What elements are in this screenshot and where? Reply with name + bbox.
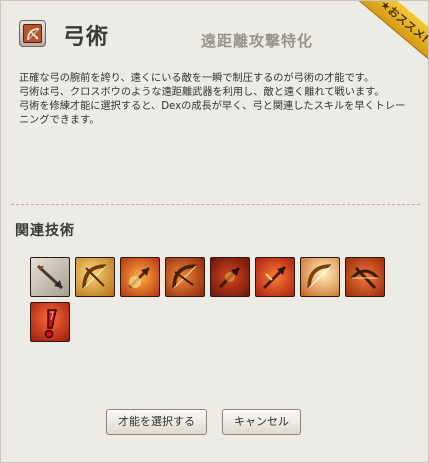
header: 弓術 遠距離攻撃特化 ★おススメ!: [1, 1, 428, 71]
class-name: 弓術: [63, 25, 110, 50]
piercing-arrow-icon[interactable]: [255, 257, 295, 297]
fire-arrow-icon[interactable]: [120, 257, 160, 297]
talent-info-panel: 弓術 遠距離攻撃特化 ★おススメ! 正確な弓の腕前を誇り、遠くにいる敵を一瞬で制…: [0, 0, 429, 463]
bright-bow-icon[interactable]: [300, 257, 340, 297]
class-subtitle: 遠距離攻撃特化: [201, 32, 314, 50]
section-divider: [11, 204, 420, 205]
recommended-ribbon: ★おススメ!: [349, 1, 428, 71]
cancel-button[interactable]: キャンセル: [222, 409, 301, 435]
flame-bow-icon[interactable]: [165, 257, 205, 297]
related-skills-title: 関連技術: [15, 223, 75, 239]
class-description: 正確な弓の腕前を誇り、遠くにいる敵を一瞬で制圧するのが弓術の才能です。 弓術は弓…: [19, 73, 406, 126]
select-talent-button[interactable]: 才能を選択する: [106, 409, 207, 435]
golden-bow-icon[interactable]: [75, 257, 115, 297]
bow-class-icon: [19, 20, 46, 47]
crossbow-icon[interactable]: [345, 257, 385, 297]
exclamation-icon[interactable]: [30, 302, 70, 342]
burning-arrow-icon[interactable]: [210, 257, 250, 297]
arrow-shot-icon[interactable]: [30, 257, 70, 297]
